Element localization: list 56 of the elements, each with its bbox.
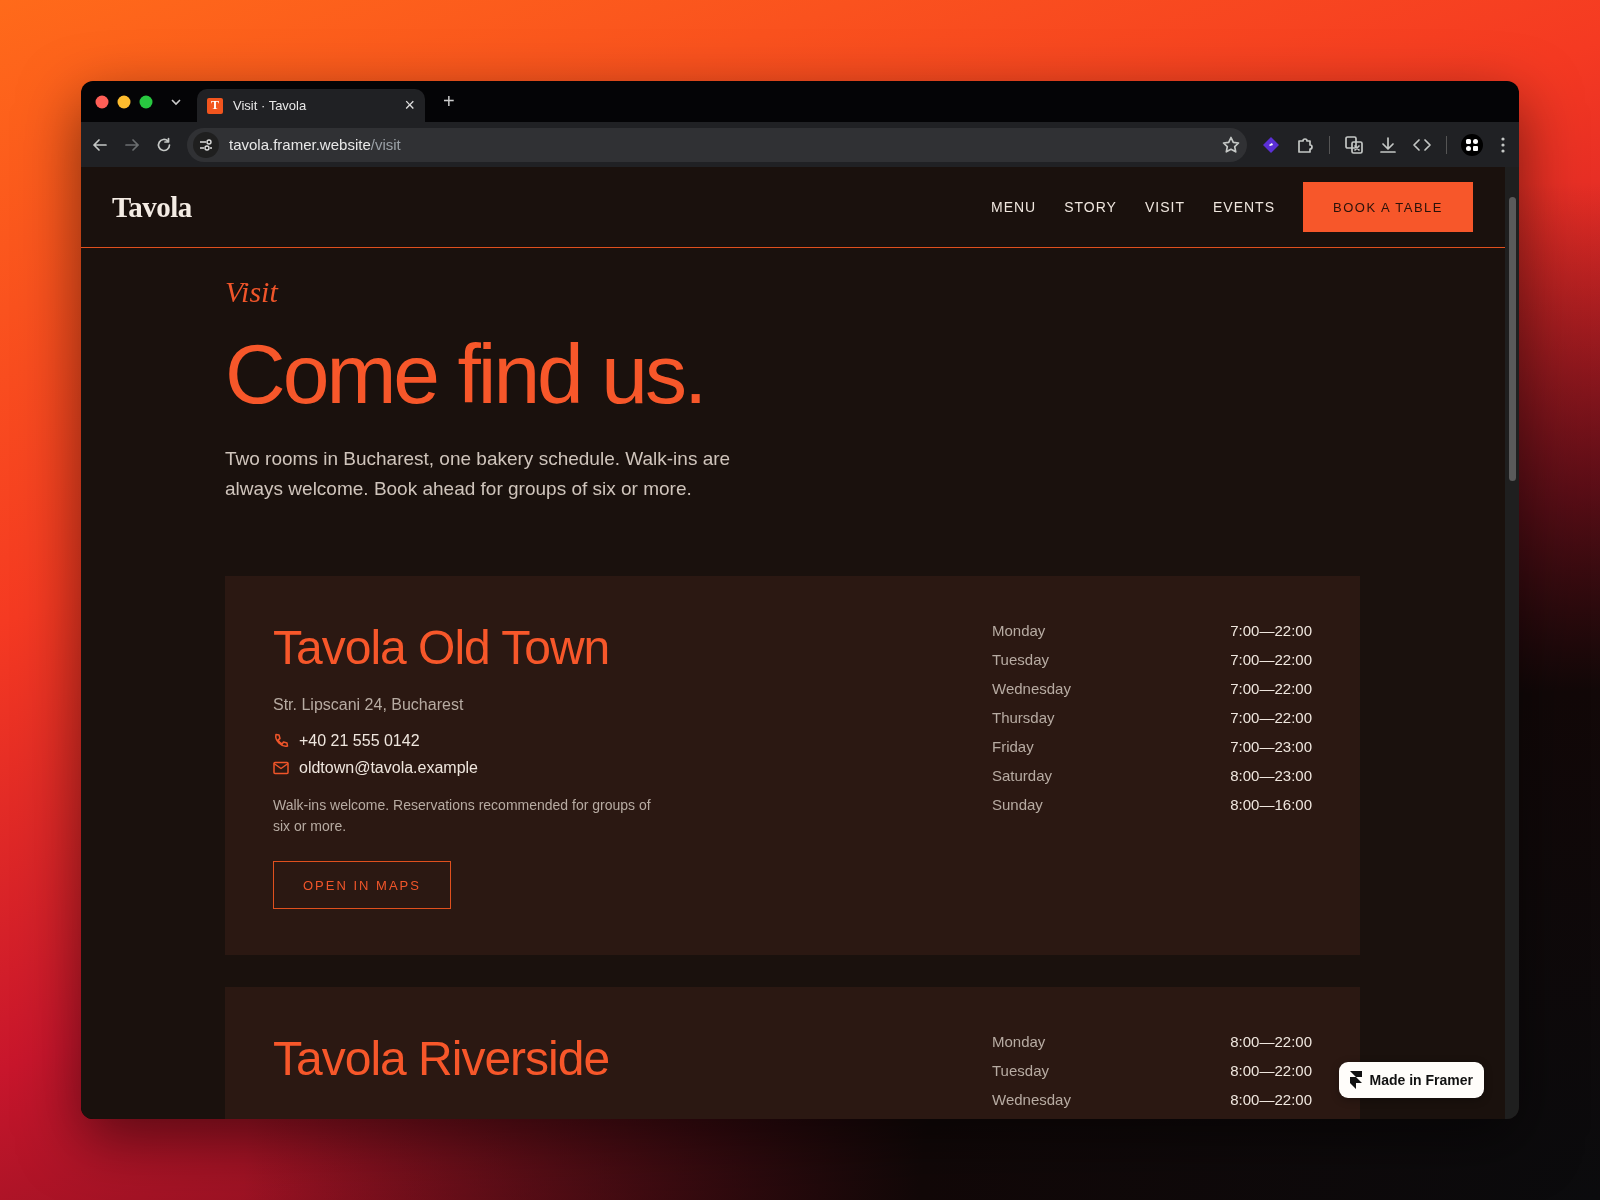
location-name: Tavola Old Town bbox=[273, 620, 611, 676]
logo[interactable]: Tavola bbox=[112, 190, 991, 224]
day-label: Wednesday bbox=[992, 1091, 1071, 1110]
window-control-icon[interactable] bbox=[139, 94, 153, 109]
bookmark-star-icon[interactable] bbox=[1221, 134, 1241, 155]
intro-text: Two rooms in Bucharest, one bakery schedule. Walk-ins are always welcome. Book ahead for groups of six or more. bbox=[225, 447, 732, 501]
opening-hours: 8:00—22:00 bbox=[1230, 1091, 1312, 1110]
address-text: Str. Lipscani 24, Bucharest bbox=[273, 696, 465, 714]
book-table-button[interactable]: BOOK A TABLE bbox=[1303, 182, 1473, 232]
profile-avatar-icon[interactable] bbox=[1461, 133, 1483, 156]
location-name: Tavola Riverside bbox=[273, 1031, 611, 1087]
nav-link[interactable]: VISIT bbox=[1144, 199, 1185, 215]
day-label: Sunday bbox=[992, 796, 1043, 815]
mail-icon bbox=[273, 761, 289, 775]
day-label: Monday bbox=[992, 1033, 1046, 1052]
open-maps-button[interactable]: OPEN IN MAPS bbox=[273, 861, 451, 909]
day-label: Thursday bbox=[992, 709, 1055, 728]
opening-hours: 8:00—23:00 bbox=[1230, 767, 1312, 786]
download-icon[interactable] bbox=[1378, 134, 1398, 155]
close-tab-button[interactable]: × bbox=[404, 95, 415, 116]
opening-hours: 7:00—22:00 bbox=[1230, 709, 1312, 728]
nav-link[interactable]: EVENTS bbox=[1212, 199, 1275, 215]
day-label: Tuesday bbox=[992, 1062, 1049, 1081]
browser-tab[interactable]: T Visit · Tavola × bbox=[197, 89, 425, 122]
reload-icon[interactable] bbox=[155, 135, 173, 154]
translate-icon[interactable] bbox=[1344, 134, 1364, 155]
scrollbar[interactable] bbox=[1505, 167, 1519, 1119]
day-label: Saturday bbox=[992, 767, 1053, 786]
site-settings-icon[interactable] bbox=[193, 131, 219, 158]
opening-hours: 8:00—22:00 bbox=[1230, 1062, 1312, 1081]
opening-hours: 7:00—23:00 bbox=[1230, 738, 1312, 757]
phone-icon bbox=[273, 733, 289, 749]
tab-title: Visit · Tavola bbox=[233, 98, 308, 113]
nav-link[interactable]: MENU bbox=[991, 199, 1037, 215]
eyebrow-text: Visit bbox=[225, 274, 280, 310]
opening-hours: 8:00—16:00 bbox=[1230, 796, 1312, 815]
opening-hours: 7:00—22:00 bbox=[1230, 622, 1312, 641]
nav-link[interactable]: STORY bbox=[1064, 199, 1117, 215]
window-control-icon[interactable] bbox=[117, 94, 131, 109]
opening-hours: 7:00—22:00 bbox=[1230, 680, 1312, 699]
window-control-icon[interactable] bbox=[95, 94, 109, 109]
extension-diamond-icon[interactable] bbox=[1261, 134, 1281, 155]
opening-hours: 8:00—22:00 bbox=[1230, 1033, 1312, 1052]
day-label: Tuesday bbox=[992, 651, 1049, 670]
framer-logo-icon bbox=[1349, 1071, 1362, 1089]
favicon: T bbox=[207, 97, 223, 114]
made-in-framer-badge[interactable]: Made in Framer bbox=[1338, 1062, 1484, 1098]
page-heading: Come find us. bbox=[225, 326, 706, 422]
note-text: Walk-ins welcome. Reservations recommended for groups of six or more. bbox=[273, 796, 652, 836]
opening-hours: 7:00—22:00 bbox=[1230, 651, 1312, 670]
email-link[interactable]: oldtown@tavola.example bbox=[299, 759, 478, 777]
day-label: Wednesday bbox=[992, 680, 1071, 699]
day-label: Monday bbox=[992, 622, 1046, 641]
phone-link[interactable]: +40 21 555 0142 bbox=[299, 732, 420, 750]
new-tab-button[interactable]: + bbox=[437, 89, 461, 114]
day-label: Friday bbox=[992, 738, 1034, 757]
